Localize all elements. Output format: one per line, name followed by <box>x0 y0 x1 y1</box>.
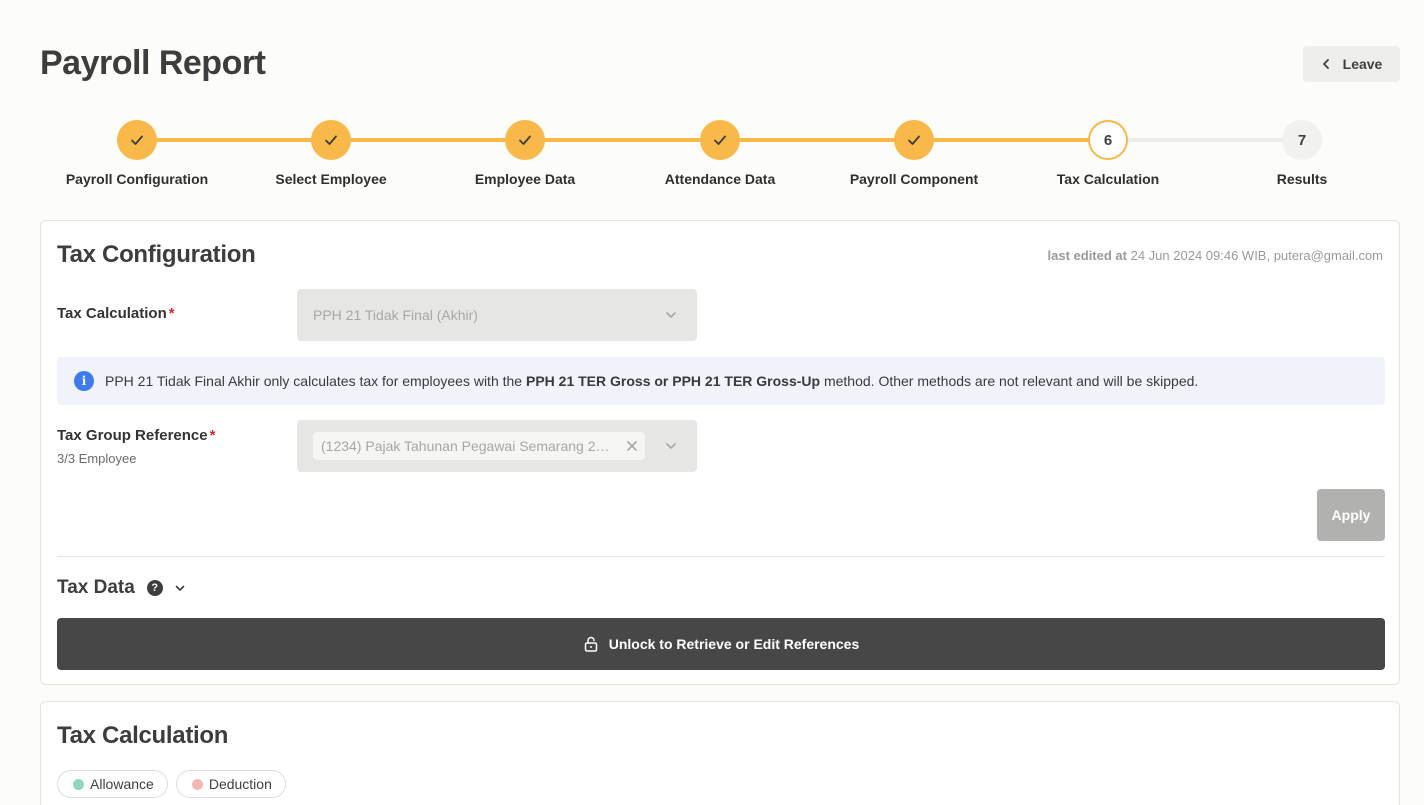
info-text-bold: PPH 21 TER Gross or PPH 21 TER Gross-Up <box>525 373 821 389</box>
legend-allowance[interactable]: Allowance <box>57 770 168 798</box>
info-text-part: method. Other methods are not relevant a… <box>820 373 1199 389</box>
chip-label: (1234) Pajak Tahunan Pegawai Semarang 20… <box>321 438 617 454</box>
close-icon[interactable] <box>627 441 637 451</box>
step-circle <box>117 120 157 160</box>
info-icon: i <box>74 371 94 391</box>
tax-group-label: Tax Group Reference * <box>57 427 215 444</box>
step-results[interactable]: 7 Results <box>1202 120 1402 187</box>
last-edited-value: 24 Jun 2024 09:46 WIB, putera@gmail.com <box>1130 248 1383 263</box>
step-circle: 7 <box>1282 120 1322 160</box>
check-icon <box>908 135 920 145</box>
tax-group-employee-count: 3/3 Employee <box>57 451 137 466</box>
component-legend: Allowance Deduction <box>57 770 286 798</box>
tax-group-chip: (1234) Pajak Tahunan Pegawai Semarang 20… <box>313 432 645 460</box>
step-label: Employee Data <box>474 171 576 187</box>
page-title: Payroll Report <box>40 44 266 82</box>
label-text: Tax Calculation <box>57 305 167 322</box>
chevron-down-icon <box>666 312 676 318</box>
step-label: Results <box>1276 171 1328 187</box>
leave-label: Leave <box>1342 56 1383 72</box>
info-text-part: PPH 21 Tidak Final Akhir only calculates… <box>105 373 526 389</box>
card-title: Tax Calculation <box>57 722 229 749</box>
check-icon <box>325 135 337 145</box>
required-mark: * <box>168 305 175 322</box>
check-icon <box>131 135 143 145</box>
step-circle <box>505 120 545 160</box>
unlock-label: Unlock to Retrieve or Edit References <box>608 636 860 652</box>
unlock-icon <box>584 636 597 652</box>
divider <box>57 556 1385 557</box>
step-select-employee[interactable]: Select Employee <box>231 120 431 187</box>
step-payroll-component[interactable]: Payroll Component <box>814 120 1014 187</box>
check-icon <box>519 135 531 145</box>
last-edited-prefix: last edited at <box>1047 248 1127 263</box>
info-text: PPH 21 Tidak Final Akhir only calculates… <box>105 373 1198 389</box>
step-label: Payroll Component <box>849 171 979 187</box>
info-banner: i PPH 21 Tidak Final Akhir only calculat… <box>57 357 1385 405</box>
unlock-references-button[interactable]: Unlock to Retrieve or Edit References <box>57 618 1385 670</box>
step-circle <box>311 120 351 160</box>
check-icon <box>714 135 726 145</box>
step-circle <box>894 120 934 160</box>
help-icon[interactable]: ? <box>146 580 163 596</box>
tax-calculation-label: Tax Calculation * <box>57 305 175 322</box>
step-label: Tax Calculation <box>1056 171 1160 187</box>
tax-calculation-select[interactable]: PPH 21 Tidak Final (Akhir) <box>297 289 697 341</box>
step-tax-calculation[interactable]: 6 Tax Calculation <box>1008 120 1208 187</box>
step-label: Payroll Configuration <box>65 171 209 187</box>
label-text: Tax Group Reference <box>57 427 208 444</box>
card-title: Tax Configuration <box>57 241 256 268</box>
legend-deduction[interactable]: Deduction <box>175 770 286 798</box>
tax-data-header[interactable]: Tax Data ? <box>57 577 185 599</box>
last-edited-info: last edited at 24 Jun 2024 09:46 WIB, pu… <box>1048 248 1383 263</box>
step-circle <box>700 120 740 160</box>
step-label: Select Employee <box>275 171 387 187</box>
step-label: Attendance Data <box>664 171 776 187</box>
tax-calculation-card: Tax Calculation Allowance Deduction <box>40 701 1400 805</box>
legend-label: Deduction <box>208 776 272 792</box>
allowance-dot <box>73 778 84 790</box>
chevron-down-icon <box>666 443 676 449</box>
payroll-stepper: Payroll Configuration Select Employee Em… <box>40 120 1400 190</box>
leave-button[interactable]: Leave <box>1303 46 1400 82</box>
step-circle: 6 <box>1088 120 1128 160</box>
deduction-dot <box>191 778 203 790</box>
tax-data-title: Tax Data <box>57 577 135 598</box>
tax-group-select[interactable]: (1234) Pajak Tahunan Pegawai Semarang 20… <box>297 420 697 472</box>
step-payroll-configuration[interactable]: Payroll Configuration <box>37 120 237 187</box>
select-value: PPH 21 Tidak Final (Akhir) <box>313 307 478 323</box>
step-employee-data[interactable]: Employee Data <box>425 120 625 187</box>
step-attendance-data[interactable]: Attendance Data <box>620 120 820 187</box>
chevron-left-icon <box>1322 59 1329 69</box>
chevron-down-icon[interactable] <box>175 585 185 592</box>
tax-configuration-card: Tax Configuration last edited at 24 Jun … <box>40 220 1400 685</box>
apply-button[interactable]: Apply <box>1317 489 1385 541</box>
legend-label: Allowance <box>90 776 154 792</box>
required-mark: * <box>209 427 216 444</box>
